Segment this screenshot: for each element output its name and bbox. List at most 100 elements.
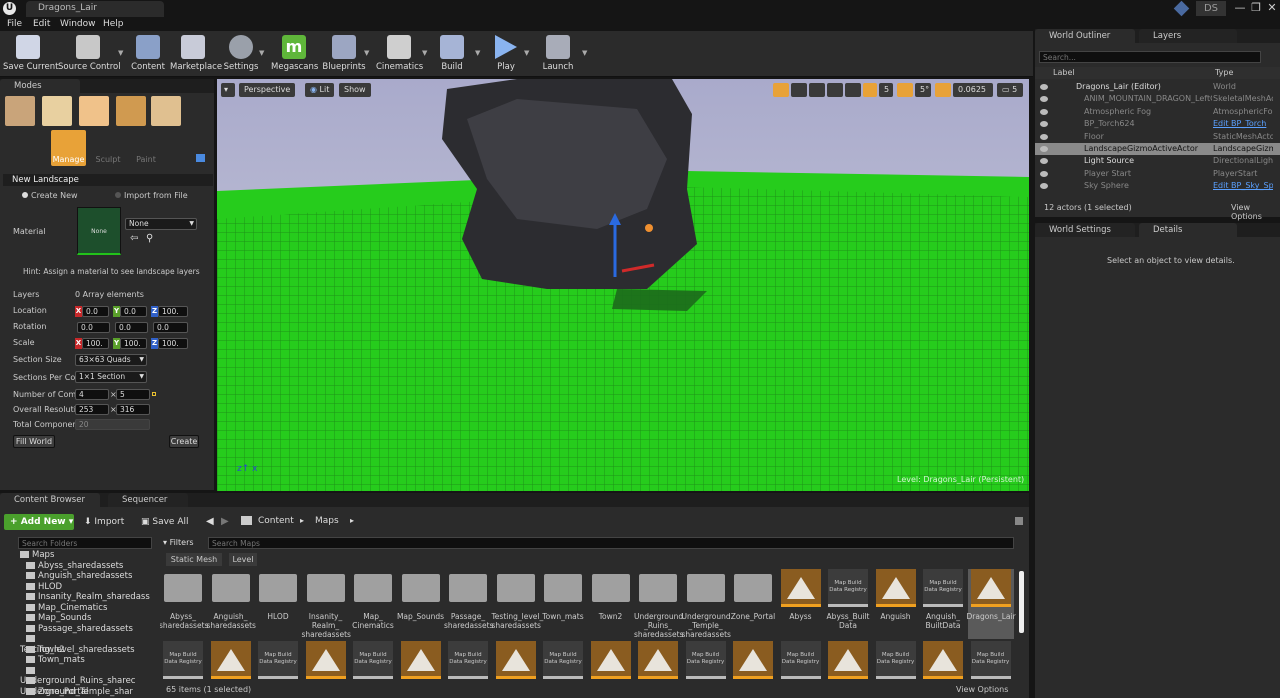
show-button[interactable]: Show (339, 83, 371, 97)
asset-tile[interactable]: Map Build Data Registry (160, 641, 206, 681)
grid-snap-icon[interactable] (863, 83, 877, 97)
save-current-button[interactable]: Save Current (3, 31, 59, 77)
filters-button[interactable]: ▾ Filters (163, 537, 205, 549)
chevron-down-icon[interactable]: ▼ (259, 49, 265, 57)
chevron-down-icon[interactable]: ▼ (364, 49, 370, 57)
material-dropdown[interactable]: None ▼ (125, 218, 197, 230)
place-mode-icon[interactable] (5, 96, 35, 126)
outliner-row[interactable]: BP_Torch624 Edit BP_Torch (1035, 118, 1280, 130)
outliner-row-type[interactable]: Edit BP_Torch (1213, 118, 1273, 130)
world-outliner-tab[interactable]: World Outliner (1035, 29, 1135, 43)
asset-tile[interactable]: Town2 (588, 569, 634, 639)
asset-tile[interactable]: Map_ Cinematics (350, 569, 396, 639)
scale-snap-icon[interactable] (935, 83, 951, 97)
outliner-search-input[interactable] (1039, 51, 1261, 63)
rotation-snap-icon[interactable] (897, 83, 913, 97)
asset-tile[interactable]: Abyss_ sharedassets (160, 569, 208, 639)
asset-tile[interactable]: Testing_level_ sharedassets (492, 569, 543, 639)
outliner-row-type[interactable]: Edit BP_Sky_Sph (1213, 180, 1273, 192)
blueprints-button[interactable]: Blueprints (322, 31, 366, 77)
asset-tile[interactable]: Map Build Data Registry (445, 641, 491, 681)
overall-res-x[interactable]: 253 (75, 404, 109, 415)
search-folders-input[interactable] (18, 537, 152, 549)
asset-tile[interactable]: Map Build Data Registry (540, 641, 586, 681)
folder-tree-item[interactable]: Map_Sounds (20, 613, 150, 624)
forward-arrow-icon[interactable]: ▶ (221, 516, 229, 527)
visibility-eye-icon[interactable] (1040, 84, 1048, 90)
minimize-button[interactable]: — (1232, 1, 1248, 15)
asset-tile[interactable] (398, 641, 444, 681)
perspective-button[interactable]: Perspective (239, 83, 296, 97)
menu-window[interactable]: Window (60, 17, 96, 31)
asset-tile[interactable]: Underground _Ruins_ sharedassets (634, 569, 683, 639)
sculpt-tool[interactable]: Sculpt (92, 130, 124, 166)
rotation-y-field[interactable]: 0.0 (115, 322, 148, 333)
chevron-down-icon[interactable]: ▼ (582, 49, 588, 57)
layers-tab[interactable]: Layers (1139, 29, 1237, 43)
asset-tile[interactable]: Anguish_ sharedassets (207, 569, 256, 639)
outliner-view-options[interactable]: View Options (1231, 203, 1280, 221)
asset-tile[interactable]: Town_mats (540, 569, 586, 639)
import-from-file-radio[interactable]: Import from File (115, 191, 195, 201)
outliner-row[interactable]: LandscapeGizmoActiveActor LandscapeGizmo (1035, 143, 1280, 156)
level-viewport[interactable]: z↑ x ▾ Perspective ◉ Lit Show 5 5° 0.062… (217, 79, 1029, 491)
menu-help[interactable]: Help (103, 17, 124, 31)
asset-tile[interactable]: Map Build Data Registry (255, 641, 301, 681)
visibility-eye-icon[interactable] (1040, 146, 1048, 152)
cinematics-button[interactable]: Cinematics (376, 31, 423, 77)
visibility-eye-icon[interactable] (1040, 108, 1048, 115)
maximize-button[interactable]: ❐ (1248, 1, 1264, 15)
browse-search-icon[interactable]: ⚲ (146, 233, 153, 244)
manage-tool[interactable]: Manage (51, 130, 86, 166)
outliner-row[interactable]: ANIM_MOUNTAIN_DRAGON_LeftCl SkeletalMeshA… (1035, 93, 1280, 105)
section-size-dropdown[interactable]: 63×63 Quads ▼ (75, 354, 147, 366)
filter-chip-static-mesh[interactable]: Static Mesh (166, 553, 222, 566)
scale-z-field[interactable]: 100. (158, 338, 188, 349)
asset-tile[interactable]: Map_Sounds (397, 569, 444, 639)
outliner-row[interactable]: Atmospheric Fog AtmosphericFog (1035, 106, 1280, 118)
modes-tab[interactable]: Modes (0, 79, 80, 93)
outliner-row[interactable]: Floor StaticMeshActor (1035, 131, 1280, 143)
create-new-radio[interactable]: Create New (22, 191, 82, 201)
folder-tree-item[interactable]: Underground_Ruins_sharec (20, 666, 150, 686)
asset-tile[interactable]: Abyss (778, 569, 824, 639)
asset-tile[interactable] (920, 641, 966, 681)
source-control-button[interactable]: Source Control (58, 31, 121, 77)
folder-tree-item[interactable]: Maps (20, 550, 150, 561)
folder-tree-item[interactable]: Map_Cinematics (20, 603, 150, 614)
geometry-mode-icon[interactable] (151, 96, 181, 126)
folder-tree-item[interactable]: Anguish_sharedassets (20, 571, 150, 582)
asset-tile[interactable]: Map Build Data Registry (350, 641, 396, 681)
num-components-x[interactable]: 4 (75, 389, 109, 400)
fill-world-button[interactable]: Fill World (13, 435, 55, 448)
visibility-eye-icon[interactable] (1040, 133, 1048, 140)
visibility-eye-icon[interactable] (1040, 170, 1048, 177)
asset-tile[interactable]: Map Build Data Registry (778, 641, 824, 681)
asset-tile[interactable]: Passage_ sharedassets (444, 569, 493, 639)
search-maps-input[interactable] (208, 537, 1014, 549)
content-browser-tab[interactable]: Content Browser (0, 493, 100, 507)
paint-tool[interactable]: Paint (130, 130, 162, 166)
lock-icon[interactable] (1015, 517, 1023, 525)
save-all-button[interactable]: ▣ Save All (141, 514, 197, 530)
viewport-options-button[interactable]: ▾ (221, 83, 235, 97)
scale-snap-value[interactable]: 0.0625 (953, 83, 993, 97)
path-chevron-icon[interactable]: ▸ (350, 516, 354, 525)
folder-tree-item[interactable]: Insanity_Realm_sharedass (20, 592, 150, 603)
chevron-down-icon[interactable]: ▼ (422, 49, 428, 57)
asset-tile[interactable]: HLOD (255, 569, 301, 639)
overall-res-y[interactable]: 316 (116, 404, 150, 415)
outliner-row[interactable]: Sky Sphere Edit BP_Sky_Sph (1035, 180, 1280, 192)
landscape-mode-icon[interactable] (79, 96, 109, 126)
marketplace-button[interactable]: Marketplace (170, 31, 222, 77)
chevron-down-icon[interactable]: ▼ (475, 49, 481, 57)
content-button[interactable]: Content (130, 31, 166, 77)
asset-tile[interactable] (635, 641, 681, 681)
folder-tree-item[interactable]: HLOD (20, 582, 150, 593)
paint-mode-icon[interactable] (42, 96, 72, 126)
location-y-field[interactable]: 0.0 (120, 306, 147, 317)
asset-tile[interactable]: Dragons_Lair (967, 569, 1016, 639)
outliner-row[interactable]: Dragons_Lair (Editor) World (1035, 81, 1280, 93)
sections-per-dropdown[interactable]: 1×1 Section ▼ (75, 371, 147, 383)
asset-tile[interactable]: Insanity_ Realm_ sharedassets (302, 569, 351, 639)
